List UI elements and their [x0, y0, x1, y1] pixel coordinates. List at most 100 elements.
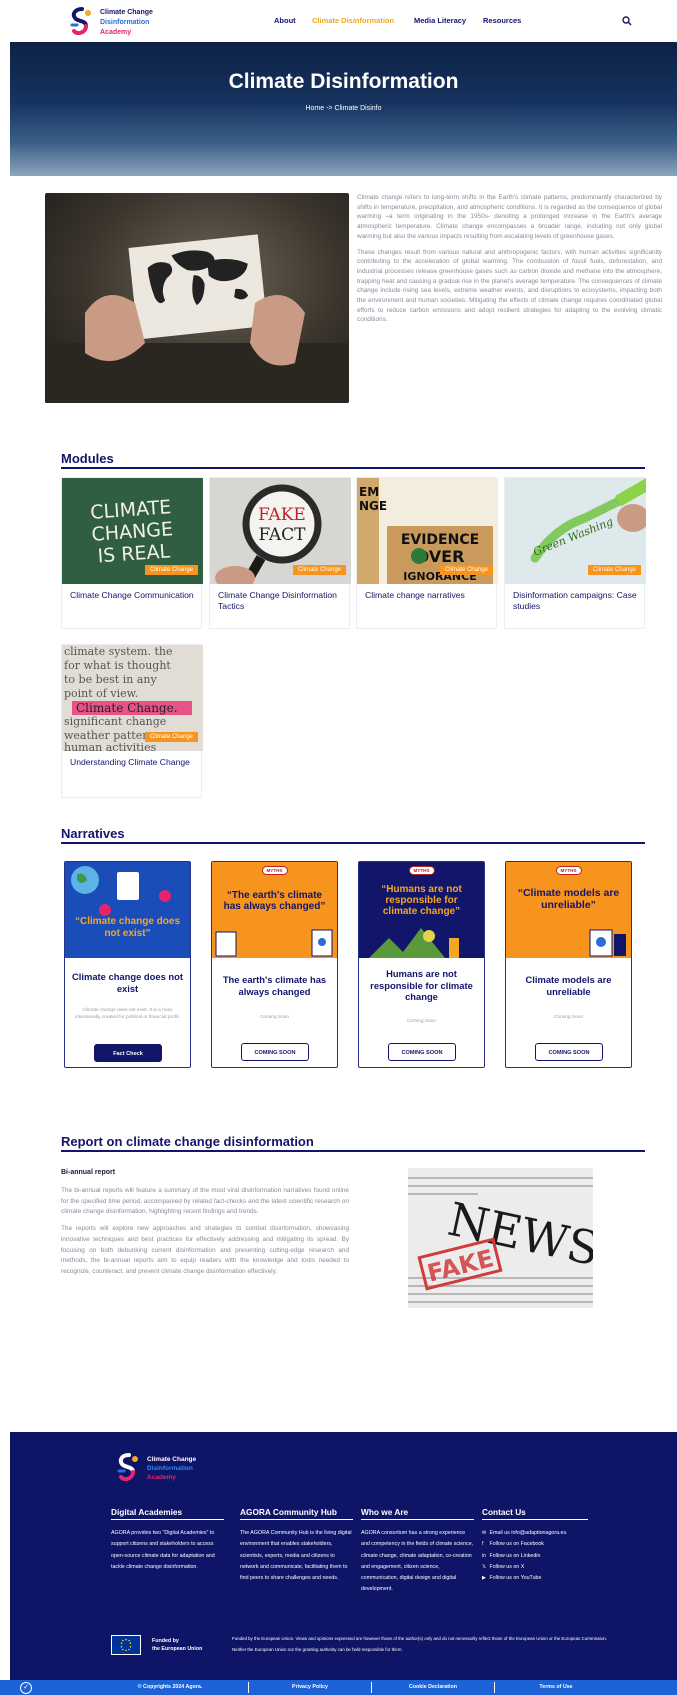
nav-item-media-literacy[interactable]: Media Literacy [414, 16, 466, 25]
svg-text:to be best in any: to be best in any [64, 673, 157, 686]
copyright: © Copyrights 2024 Agora. [137, 1684, 203, 1690]
fact-check-button[interactable]: Fact Check [94, 1044, 162, 1062]
myths-badge: MYTHS [408, 866, 435, 875]
bottom-bar: © Copyrights 2024 Agora. Privacy Policy … [0, 1680, 677, 1695]
narrative-title: Humans are not responsible for climate c… [370, 968, 473, 1002]
terms-of-use-link[interactable]: Terms of Use [496, 1680, 616, 1695]
svg-text:NGE: NGE [359, 499, 387, 513]
footer-col-title: AGORA Community Hub [240, 1507, 353, 1520]
narrative-image: “Climate change does not exist” [65, 862, 190, 958]
svg-text:climate system. the: climate system. the [64, 645, 173, 658]
module-title[interactable]: Disinformation campaigns: Case studies [513, 590, 638, 612]
myths-badge: MYTHS [555, 866, 582, 875]
nav-item-about[interactable]: About [274, 16, 296, 25]
module-title[interactable]: Climate Change Communication [70, 590, 195, 601]
narrative-quote: “Climate models are unreliable” [517, 887, 620, 911]
svg-text:EVIDENCE: EVIDENCE [401, 532, 479, 548]
narrative-card[interactable]: MYTHS “Climate models are unreliable” Cl… [505, 861, 632, 1068]
myths-badge: MYTHS [261, 866, 288, 875]
logo-line-2: Disinformation [100, 19, 150, 26]
narrative-description: Coming Soon [406, 1019, 437, 1024]
search-icon[interactable] [622, 16, 632, 26]
footer-col-title: Digital Academies [111, 1507, 224, 1520]
module-tag[interactable]: Climate Change [439, 565, 493, 575]
svg-text:human activities: human activities [64, 741, 157, 751]
nav-item-climate-disinformation[interactable]: Climate Disinformation [312, 16, 394, 25]
module-card[interactable]: climate system. the for what is thought … [61, 644, 203, 798]
linkedin-icon: in [482, 1552, 486, 1559]
page-title: Climate Disinformation [228, 70, 459, 93]
modules-heading: Modules [61, 451, 114, 466]
contact-youtube[interactable]: ▶ Follow us on YouTube [482, 1573, 566, 1584]
module-title[interactable]: Climate change narratives [365, 590, 490, 601]
contact-linkedin[interactable]: in Follow us on Linkedin [482, 1551, 566, 1562]
funded-by-eu: Funded by the European Union [152, 1638, 203, 1652]
module-tag[interactable]: Climate Change [292, 565, 346, 575]
contact-email[interactable]: ✉ Email us info@adaptionagora.eu [482, 1528, 566, 1539]
intro-paragraph-2: These changes result from various natura… [357, 248, 662, 324]
eu-flag-icon [111, 1635, 141, 1655]
site-header: Climate Change Disinformation Academy Ab… [0, 0, 677, 42]
contact-x[interactable]: 𝕏 Follow us on X [482, 1562, 566, 1573]
narrative-card[interactable]: “Climate change does not exist” Climate … [64, 861, 191, 1068]
module-tag[interactable]: Climate Change [587, 565, 641, 575]
module-tag[interactable]: Climate Change [144, 565, 198, 575]
module-title[interactable]: Climate Change Disinformation Tactics [218, 590, 343, 612]
hero-banner: Climate Disinformation Home -> Climate D… [10, 42, 677, 176]
svg-text:Climate Change.: Climate Change. [76, 701, 178, 715]
funding-disclaimer: Funded by the European Union. Views and … [232, 1636, 608, 1652]
footer-logo[interactable]: Climate Change Disinformation Academy [115, 1452, 215, 1484]
footer-logo-line-2: Disinformation [147, 1465, 193, 1472]
facebook-icon: f [482, 1541, 484, 1548]
module-card[interactable]: FAKE FACT Climate Change Climate Change … [209, 477, 351, 629]
module-card[interactable]: Green Washing Climate Change Disinformat… [504, 477, 646, 629]
mail-icon: ✉ [482, 1530, 487, 1536]
narrative-quote: “Climate change does not exist” [74, 916, 181, 939]
site-logo[interactable]: Climate Change Disinformation Academy [68, 6, 188, 38]
narrative-title: Climate change does not exist [72, 971, 183, 994]
footer-col-title: Who we Are [361, 1507, 474, 1520]
footer-logo-line-1: Climate Change [147, 1456, 197, 1463]
privacy-policy-link[interactable]: Privacy Policy [250, 1680, 370, 1695]
svg-text:FACT: FACT [259, 525, 307, 545]
intro-text: Climate change refers to long-term shift… [357, 193, 662, 331]
breadcrumb: Home -> Climate Disinfo [305, 105, 382, 112]
logo-icon [70, 7, 91, 36]
narrative-description: Coming Soon [259, 1015, 290, 1020]
report-paragraph-1: The bi-annual reports will feature a sum… [61, 1187, 349, 1216]
narrative-card[interactable]: MYTHS “The earth's climate has always ch… [211, 861, 338, 1068]
module-card[interactable]: EM NGE EVIDENCE OVER IGNORANCE Climate C… [356, 477, 498, 629]
narrative-description: Coming Soon [553, 1015, 584, 1020]
report-paragraph-2: The reports will explore new approaches … [61, 1225, 349, 1275]
module-tag[interactable]: Climate Change [144, 732, 198, 742]
narrative-quote: “The earth's climate has always changed” [223, 890, 326, 912]
narrative-card[interactable]: MYTHS “Humans are not responsible for cl… [358, 861, 485, 1068]
narrative-title: Climate models are unreliable [525, 974, 612, 997]
contact-list: ✉ Email us info@adaptionagora.eu f Follo… [482, 1528, 566, 1584]
narratives-heading: Narratives [61, 826, 125, 841]
footer-logo-line-3: Academy [147, 1474, 176, 1481]
contact-title: Contact Us [482, 1507, 588, 1520]
svg-text:EM: EM [359, 485, 379, 499]
module-card[interactable]: CLIMATE CHANGE IS REAL Climate Change Cl… [61, 477, 203, 629]
svg-text:for what is thought: for what is thought [64, 659, 171, 672]
module-title[interactable]: Understanding Climate Change [70, 757, 195, 768]
coming-soon-button[interactable]: COMING SOON [535, 1043, 603, 1061]
logo-line-1: Climate Change [100, 9, 153, 16]
report-subtitle: Bi-annual report [61, 1169, 116, 1176]
narrative-title: The earth's climate has always changed [222, 974, 327, 997]
footer-col-text: AGORA consortium has a strong experience… [361, 1530, 474, 1593]
report-heading: Report on climate change disinformation [61, 1134, 314, 1149]
report-divider [61, 1150, 645, 1152]
cookie-declaration-link[interactable]: Cookie Declaration [373, 1680, 493, 1695]
narrative-quote: “Humans are not responsible for climate … [381, 884, 462, 917]
footer-col-text: The AGORA Community Hub is the living di… [240, 1530, 352, 1582]
accessibility-icon[interactable]: ✓ [20, 1682, 32, 1694]
narratives-divider [61, 842, 645, 844]
coming-soon-button[interactable]: COMING SOON [241, 1043, 309, 1061]
contact-facebook[interactable]: f Follow us on Facebook [482, 1539, 566, 1550]
footer-col-text: AGORA provides two "Digital Academies" t… [111, 1530, 215, 1570]
nav-item-resources[interactable]: Resources [483, 16, 521, 25]
narrative-image: MYTHS “Humans are not responsible for cl… [359, 862, 484, 958]
coming-soon-button[interactable]: COMING SOON [388, 1043, 456, 1061]
